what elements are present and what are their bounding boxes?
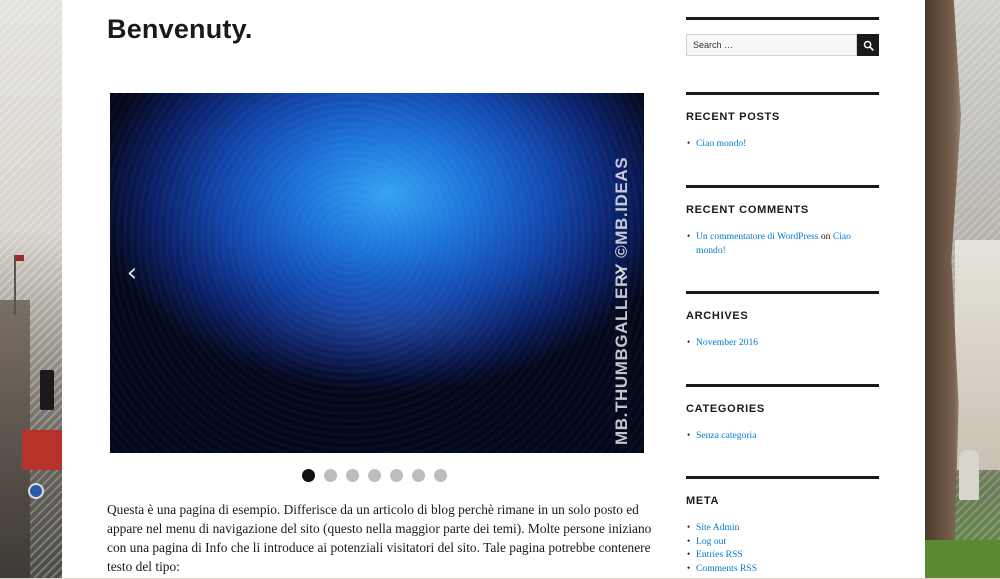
background-bus [22,430,62,470]
content-card: Benvenuty. ‹ › MB.THUMBGALLERY ©MB.IDEAS… [62,0,925,578]
recent-posts-widget: RECENT POSTS Ciao mondo! [686,92,879,175]
list-item: Un commentatore di WordPress on Ciao mon… [686,230,879,257]
slider-dot[interactable] [390,469,403,482]
search-button[interactable] [857,34,879,56]
archive-link[interactable]: November 2016 [696,337,758,348]
list-item: Comments RSS [686,562,879,576]
slider-prev-button[interactable]: ‹ [117,253,147,293]
slider-dot[interactable] [412,469,425,482]
list-item: Log out [686,535,879,549]
recent-posts-list: Ciao mondo! [686,137,879,151]
archives-list: November 2016 [686,336,879,350]
meta-link-comments-rss[interactable]: Comments RSS [696,563,757,574]
slider-dot[interactable] [434,469,447,482]
category-link[interactable]: Senza categoria [696,430,756,441]
meta-link-log-out[interactable]: Log out [696,536,726,547]
list-item: Site Admin [686,521,879,535]
search-form [686,34,879,56]
categories-widget: CATEGORIES Senza categoria [686,384,879,467]
meta-link-entries-rss[interactable]: Entries RSS [696,549,743,560]
background-traffic-light [40,370,54,410]
slider-dot[interactable] [302,469,315,482]
background-grass [925,540,1000,578]
image-slider: ‹ › MB.THUMBGALLERY ©MB.IDEAS [110,93,644,453]
slider-dot[interactable] [346,469,359,482]
categories-title: CATEGORIES [686,403,765,415]
list-item: November 2016 [686,336,879,350]
search-icon [863,40,874,51]
page-title: Benvenuty. [107,14,253,44]
page-content: Questa è una pagina di esempio. Differis… [107,502,652,574]
meta-list: Site Admin Log out Entries RSS Comments … [686,521,879,575]
archives-title: ARCHIVES [686,310,749,322]
list-item: Ciao mondo! [686,137,879,151]
meta-link-site-admin[interactable]: Site Admin [696,522,739,533]
background-person [959,450,979,500]
list-item: Entries RSS [686,548,879,562]
search-input[interactable] [686,34,857,56]
slider-dot[interactable] [324,469,337,482]
search-widget [686,17,879,76]
categories-list: Senza categoria [686,429,879,443]
background-scenery-right [925,0,1000,578]
background-flagpole [14,255,16,315]
meta-title: META [686,495,720,507]
background-scenery-left [0,0,62,578]
slider-watermark: MB.THUMBGALLERY ©MB.IDEAS [612,156,631,445]
meta-widget: META Site Admin Log out Entries RSS Comm… [686,476,879,579]
archives-widget: ARCHIVES November 2016 [686,291,879,374]
background-flag [16,255,24,261]
slider-dot[interactable] [368,469,381,482]
recent-comments-list: Un commentatore di WordPress on Ciao mon… [686,230,879,257]
list-item: Senza categoria [686,429,879,443]
recent-comments-title: RECENT COMMENTS [686,204,809,216]
recent-post-link[interactable]: Ciao mondo! [696,138,746,149]
recent-posts-title: RECENT POSTS [686,111,780,123]
slider-pagination [302,469,447,482]
background-road-sign [28,483,44,499]
recent-comments-widget: RECENT COMMENTS Un commentatore di WordP… [686,185,879,288]
background-building [955,240,1000,470]
comment-connector: on [820,231,831,242]
comment-author-link[interactable]: Un commentatore di WordPress [696,231,818,242]
chevron-left-icon: ‹ [126,258,138,288]
